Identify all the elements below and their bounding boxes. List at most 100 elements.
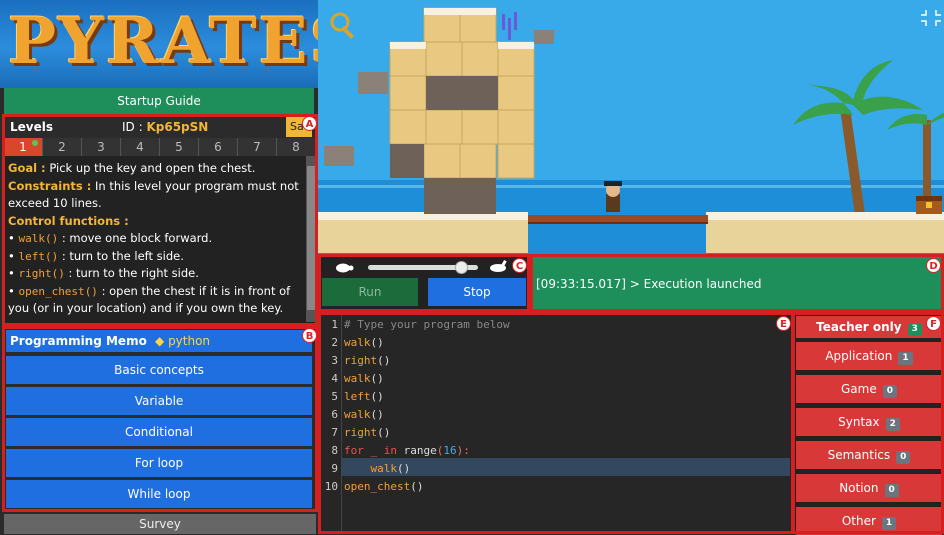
- count-badge: 3: [907, 323, 922, 336]
- teacher-button-label: Other: [841, 514, 876, 528]
- level-tab-7[interactable]: 7: [238, 138, 277, 156]
- game-scene: [318, 0, 944, 254]
- count-badge: 2: [885, 418, 900, 431]
- constraints-label: Constraints :: [8, 178, 92, 193]
- function-desc: : turn to the right side.: [68, 266, 199, 280]
- level-id-label: ID :: [122, 120, 143, 134]
- function-name: open_chest: [18, 284, 85, 298]
- level-description: Goal : Pick up the key and open the ches…: [8, 160, 300, 318]
- marker-e: E: [776, 316, 791, 331]
- teacher-button-label: Application: [825, 349, 893, 363]
- teacher-button-label: Semantics: [827, 448, 891, 462]
- marker-c: C: [512, 258, 527, 273]
- function-name: walk: [18, 232, 45, 245]
- level-tab-2[interactable]: 2: [43, 138, 82, 156]
- level-id: ID : Kp65pSN: [122, 120, 208, 134]
- run-button[interactable]: Run: [322, 278, 418, 306]
- turtle-icon: [336, 263, 354, 273]
- line-number: 2: [331, 336, 338, 349]
- teacher-application-button[interactable]: Application 1: [796, 342, 942, 370]
- function-item: • open_chest() : open the chest if it is…: [8, 283, 291, 316]
- teacher-button-label: Syntax: [838, 415, 880, 429]
- memo-title: Programming Memo: [10, 334, 147, 348]
- levels-panel: Levels ID : Kp65pSN Sa 1 2 3 4 5 6 7 8 G…: [4, 116, 316, 324]
- count-badge: 0: [896, 451, 911, 464]
- level-tab-6[interactable]: 6: [199, 138, 238, 156]
- logo-text: PYRATES: [8, 4, 358, 79]
- teacher-syntax-button[interactable]: Syntax 2: [796, 408, 942, 436]
- python-logo-icon: ◆ python: [155, 334, 211, 348]
- memo-variable-button[interactable]: Variable: [6, 387, 312, 415]
- teacher-semantics-button[interactable]: Semantics 0: [796, 441, 942, 469]
- scrollbar-thumb[interactable]: [307, 166, 315, 310]
- line-number: 10: [324, 480, 338, 493]
- rabbit-icon: [490, 260, 507, 272]
- survey-button[interactable]: Survey: [4, 514, 316, 534]
- level-tab-3[interactable]: 3: [82, 138, 121, 156]
- code-line: walk(): [370, 462, 411, 475]
- teacher-panel: Teacher only 3 Application 1 Game 0 Syntax 2…: [794, 314, 944, 535]
- treasure-chest-icon: [916, 196, 942, 214]
- teacher-notion-button[interactable]: Notion 0: [796, 474, 942, 502]
- count-badge: 0: [884, 484, 899, 497]
- level-tab-8[interactable]: 8: [277, 138, 316, 156]
- level-tabs: 1 2 3 4 5 6 7 8: [4, 138, 316, 156]
- levels-scrollbar[interactable]: [306, 156, 316, 322]
- code-line: walk(): [344, 336, 384, 349]
- python-label: python: [168, 334, 211, 348]
- line-number: 6: [331, 408, 338, 421]
- level-id-value: Kp65pSN: [146, 120, 209, 134]
- function-name: right: [18, 267, 52, 280]
- pirate-character: [604, 181, 622, 212]
- count-badge: 1: [881, 517, 897, 530]
- run-control-panel: Run Stop: [318, 256, 530, 310]
- teacher-button-label: Notion: [839, 481, 879, 495]
- teacher-title: Teacher only: [816, 320, 902, 334]
- pyrates-logo: PYRATES: [0, 0, 356, 88]
- code-line: open_chest(): [344, 480, 424, 493]
- function-item: • right() : turn to the right side.: [8, 266, 199, 280]
- marker-d: D: [926, 258, 941, 273]
- game-canvas: [318, 0, 944, 254]
- line-number: 3: [331, 354, 338, 367]
- level-tab-4[interactable]: 4: [121, 138, 160, 156]
- level-tab-1[interactable]: 1: [4, 138, 43, 156]
- line-number: 8: [331, 444, 338, 457]
- levels-header: Levels ID : Kp65pSN Sa: [4, 116, 316, 138]
- memo-while-loop-button[interactable]: While loop: [6, 480, 312, 508]
- level-tab-5[interactable]: 5: [160, 138, 199, 156]
- line-number: 9: [331, 462, 338, 475]
- speed-slider-handle[interactable]: [455, 261, 468, 274]
- function-name: left: [18, 249, 45, 263]
- count-badge: 0: [882, 385, 897, 398]
- memo-basic-concepts-button[interactable]: Basic concepts: [6, 356, 312, 384]
- count-badge: 1: [898, 352, 913, 365]
- memo-conditional-button[interactable]: Conditional: [6, 418, 312, 446]
- function-desc: : turn to the left side.: [61, 248, 184, 263]
- stop-button[interactable]: Stop: [428, 278, 526, 306]
- programming-memo-panel: Programming Memo ◆ python Basic concepts…: [4, 328, 316, 512]
- code-line: walk(): [344, 372, 384, 385]
- console-output: [09:33:15.017] > Execution launched: [532, 256, 944, 310]
- memo-for-loop-button[interactable]: For loop: [6, 449, 312, 477]
- code-line: right(): [344, 426, 391, 439]
- line-number: 1: [331, 318, 338, 331]
- memo-header: Programming Memo ◆ python: [6, 330, 312, 352]
- teacher-game-button[interactable]: Game 0: [796, 375, 942, 403]
- code-line: # Type your program below: [344, 318, 510, 331]
- line-gutter: 1 2 3 4 5 6 7 8 9 10: [320, 314, 342, 534]
- code-line: left(): [344, 390, 384, 403]
- function-item: • walk() : move one block forward.: [8, 231, 213, 245]
- teacher-button-label: Game: [841, 382, 877, 396]
- goal-text: Pick up the key and open the chest.: [49, 161, 256, 175]
- control-functions-label: Control functions :: [8, 213, 129, 228]
- code-editor[interactable]: 1 2 3 4 5 6 7 8 9 10 # Type your program…: [320, 314, 792, 534]
- function-item: • left() : turn to the left side.: [8, 248, 184, 263]
- level-tab-label: 1: [19, 140, 27, 154]
- teacher-other-button[interactable]: Other 1: [796, 507, 942, 535]
- startup-guide-button[interactable]: Startup Guide: [4, 88, 314, 114]
- marker-b: B: [302, 328, 317, 343]
- marker-f: F: [926, 316, 941, 331]
- teacher-only-header: Teacher only 3: [796, 316, 942, 338]
- marker-a: A: [302, 116, 317, 131]
